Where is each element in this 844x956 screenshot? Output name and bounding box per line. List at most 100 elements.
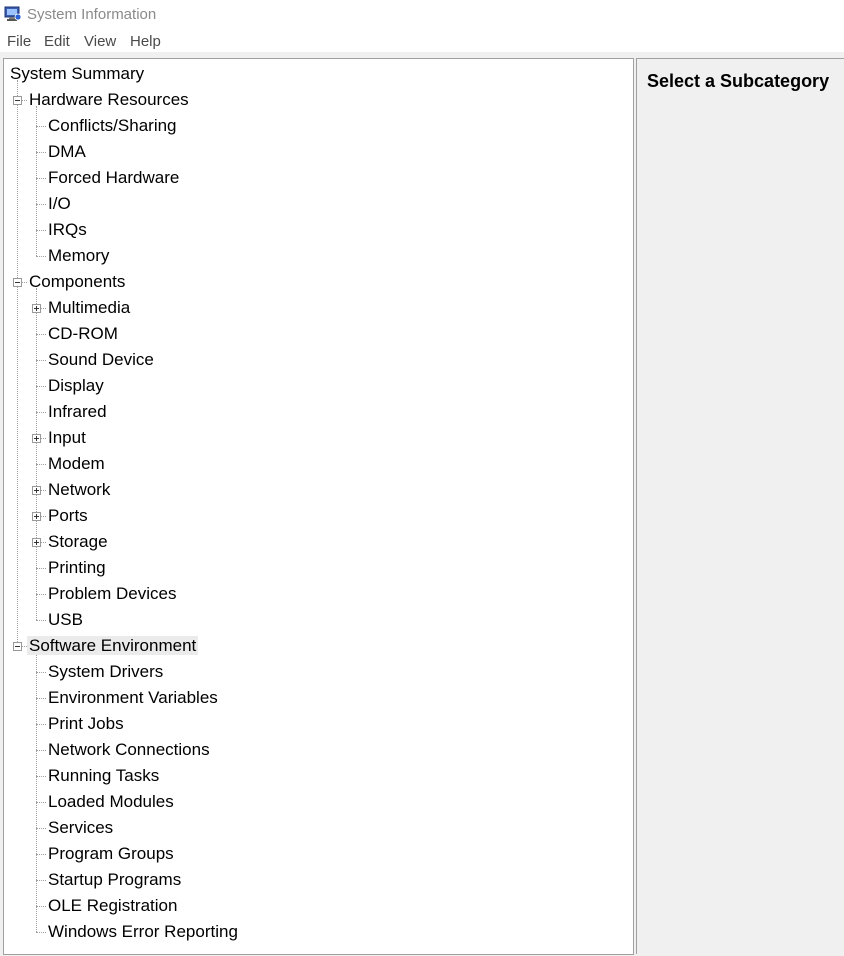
collapse-icon[interactable] (13, 642, 22, 651)
tree-item-i-o[interactable]: I/O (46, 192, 73, 216)
tree-item-label: Environment Variables (48, 688, 218, 707)
tree-item-label: I/O (48, 194, 71, 213)
tree-item-label: Memory (48, 246, 110, 265)
tree-item-sound-device[interactable]: Sound Device (46, 348, 156, 372)
tree-item-label: System Summary (10, 64, 145, 83)
tree-connector (36, 776, 46, 777)
tree-item-environment-variables[interactable]: Environment Variables (46, 686, 220, 710)
tree-item-components[interactable]: Components (27, 270, 127, 294)
tree-item-label: OLE Registration (48, 896, 178, 915)
tree-connector (36, 620, 46, 621)
tree-item-loaded-modules[interactable]: Loaded Modules (46, 790, 176, 814)
tree-connector (36, 932, 46, 933)
tree-item-label: Display (48, 376, 104, 395)
tree-item-system-summary[interactable]: System Summary (8, 62, 146, 86)
tree-item-hardware-resources[interactable]: Hardware Resources (27, 88, 191, 112)
tree-connector (36, 360, 46, 361)
tree-item-label: Network Connections (48, 740, 210, 759)
tree-item-label: Infrared (48, 402, 107, 421)
tree-item-network-connections[interactable]: Network Connections (46, 738, 212, 762)
tree-connector (36, 594, 46, 595)
tree-item-label: System Drivers (48, 662, 164, 681)
expand-icon[interactable] (32, 486, 41, 495)
menu-help[interactable]: Help (130, 33, 161, 50)
tree-item-conflicts-sharing[interactable]: Conflicts/Sharing (46, 114, 179, 138)
tree-item-cd-rom[interactable]: CD-ROM (46, 322, 120, 346)
tree-connector (36, 126, 46, 127)
tree-item-label: Hardware Resources (29, 90, 189, 109)
tree-item-label: Print Jobs (48, 714, 124, 733)
tree-item-ports[interactable]: Ports (46, 504, 90, 528)
tree-connector (36, 412, 46, 413)
tree-item-irqs[interactable]: IRQs (46, 218, 89, 242)
menu-view[interactable]: View (84, 33, 116, 50)
menu-bar: File Edit View Help (0, 30, 844, 52)
details-panel: Select a Subcategory (636, 58, 844, 954)
tree-item-software-environment[interactable]: Software Environment (27, 634, 199, 658)
tree-item-storage[interactable]: Storage (46, 530, 110, 554)
tree-connector (36, 750, 46, 751)
tree-guide-line (17, 80, 18, 646)
details-heading: Select a Subcategory (647, 71, 830, 91)
tree-item-problem-devices[interactable]: Problem Devices (46, 582, 179, 606)
tree-item-windows-error-reporting[interactable]: Windows Error Reporting (46, 920, 240, 944)
tree-connector (36, 828, 46, 829)
tree-item-label: CD-ROM (48, 324, 118, 343)
expand-icon[interactable] (32, 434, 41, 443)
tree-connector (36, 906, 46, 907)
tree-item-label: Ports (48, 506, 88, 525)
tree-connector (36, 724, 46, 725)
tree-item-services[interactable]: Services (46, 816, 115, 840)
tree-item-printing[interactable]: Printing (46, 556, 108, 580)
collapse-icon[interactable] (13, 278, 22, 287)
menu-edit[interactable]: Edit (44, 33, 70, 50)
tree-item-label: USB (48, 610, 83, 629)
tree-item-infrared[interactable]: Infrared (46, 400, 109, 424)
tree-item-label: Services (48, 818, 114, 837)
tree-connector (36, 854, 46, 855)
tree-item-program-groups[interactable]: Program Groups (46, 842, 176, 866)
tree-connector (36, 464, 46, 465)
tree-item-dma[interactable]: DMA (46, 140, 88, 164)
tree-item-label: Modem (48, 454, 105, 473)
tree-item-label: Input (48, 428, 86, 447)
tree-connector (36, 152, 46, 153)
tree-item-modem[interactable]: Modem (46, 452, 107, 476)
tree-item-ole-registration[interactable]: OLE Registration (46, 894, 179, 918)
tree-item-label: Network (48, 480, 111, 499)
tree-connector (36, 204, 46, 205)
tree-item-forced-hardware[interactable]: Forced Hardware (46, 166, 181, 190)
tree-item-system-drivers[interactable]: System Drivers (46, 660, 165, 684)
tree-connector (36, 802, 46, 803)
tree-item-print-jobs[interactable]: Print Jobs (46, 712, 126, 736)
expand-icon[interactable] (32, 538, 41, 547)
tree-item-startup-programs[interactable]: Startup Programs (46, 868, 183, 892)
collapse-icon[interactable] (13, 96, 22, 105)
tree-item-label: Startup Programs (48, 870, 182, 889)
category-tree[interactable]: System Summary Hardware Resources Conflict… (4, 59, 633, 954)
tree-item-running-tasks[interactable]: Running Tasks (46, 764, 161, 788)
tree-connector (36, 880, 46, 881)
expand-icon[interactable] (32, 304, 41, 313)
category-tree-panel[interactable]: System Summary Hardware Resources Conflict… (3, 58, 634, 955)
tree-item-display[interactable]: Display (46, 374, 106, 398)
title-bar: System Information (0, 0, 844, 30)
tree-item-label: Program Groups (48, 844, 174, 863)
expand-icon[interactable] (32, 512, 41, 521)
tree-connector (36, 178, 46, 179)
tree-item-input[interactable]: Input (46, 426, 88, 450)
window-title: System Information (27, 6, 157, 23)
tree-item-memory[interactable]: Memory (46, 244, 111, 268)
tree-item-multimedia[interactable]: Multimedia (46, 296, 132, 320)
tree-connector (36, 568, 46, 569)
tree-item-label: Printing (48, 558, 106, 577)
tree-connector (36, 698, 46, 699)
menu-file[interactable]: File (7, 33, 31, 50)
tree-item-usb[interactable]: USB (46, 608, 85, 632)
tree-item-label: Windows Error Reporting (48, 922, 238, 941)
tree-item-network[interactable]: Network (46, 478, 112, 502)
tree-item-label: Components (29, 272, 126, 291)
tree-connector (36, 672, 46, 673)
tree-connector (36, 256, 46, 257)
tree-item-label: Forced Hardware (48, 168, 180, 187)
